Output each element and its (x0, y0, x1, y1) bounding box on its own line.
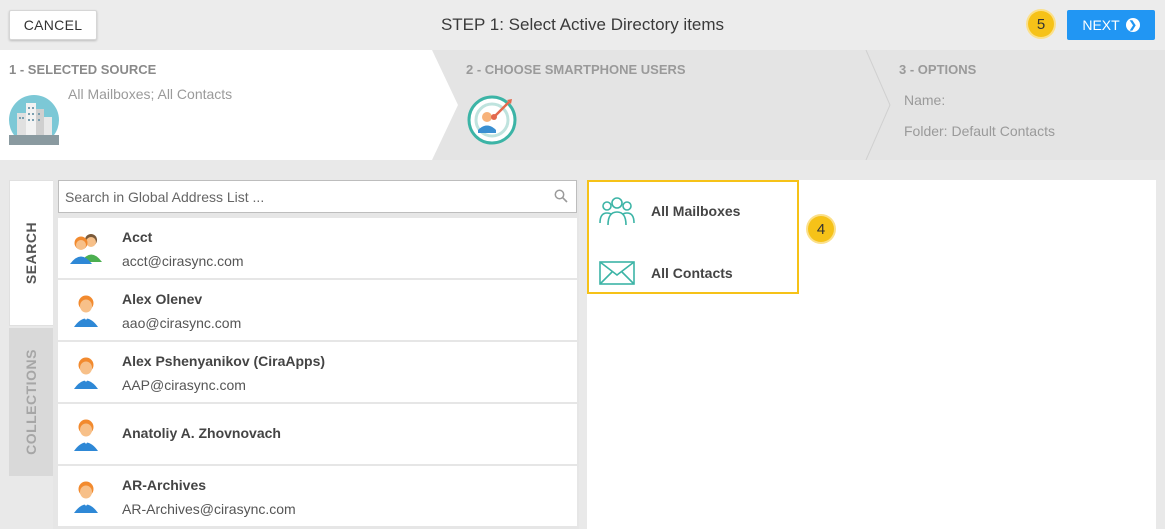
tab-collections-label: COLLECTIONS (23, 349, 39, 455)
side-tabs: SEARCH COLLECTIONS (9, 180, 53, 529)
selected-item-all-mailboxes[interactable]: All Mailboxes (589, 191, 797, 231)
list-item[interactable]: Anatoliy A. Zhovnovach (58, 404, 577, 464)
step-3-folder: Folder: Default Contacts (904, 123, 1055, 139)
list-item[interactable]: Alex Pshenyanikov (CiraApps) AAP@cirasyn… (58, 342, 577, 402)
next-button[interactable]: NEXT ❯ (1067, 10, 1155, 40)
user-email: acct@cirasync.com (122, 253, 244, 269)
tab-collections[interactable]: COLLECTIONS (9, 328, 53, 476)
step-1-title: 1 - SELECTED SOURCE (9, 62, 157, 77)
group-avatar-icon (70, 234, 102, 264)
step-badge-5: 5 (1028, 11, 1054, 37)
user-avatar-icon (74, 357, 98, 389)
chevron-right-icon: ❯ (1125, 18, 1140, 32)
selected-item-label: All Mailboxes (651, 203, 741, 219)
search-input[interactable] (65, 188, 535, 205)
selected-items-panel: All Mailboxes All Contacts (587, 180, 1156, 529)
selected-items-highlight: All Mailboxes All Contacts (587, 180, 799, 294)
user-email: AAP@cirasync.com (122, 377, 246, 393)
user-name: AR-Archives (122, 477, 207, 493)
target-user-icon (467, 95, 517, 145)
list-item[interactable]: Alex Olenev aao@cirasync.com (58, 280, 577, 340)
list-item[interactable]: AR-Archives AR-Archives@cirasync.com (58, 466, 577, 526)
user-name: Acct (122, 229, 153, 245)
user-avatar-icon (74, 295, 98, 327)
tab-search[interactable]: SEARCH (9, 180, 53, 326)
step-3-name: Name: (904, 92, 946, 108)
wizard-steps: 1 - SELECTED SOURCE All Mailboxes; All C… (0, 50, 1165, 160)
user-email: AR-Archives@cirasync.com (122, 501, 296, 517)
user-name: Anatoliy A. Zhovnovach (122, 425, 281, 441)
tab-search-label: SEARCH (23, 221, 40, 285)
top-bar: CANCEL STEP 1: Select Active Directory i… (0, 0, 1165, 50)
step-3-title: 3 - OPTIONS (899, 62, 977, 77)
selected-item-label: All Contacts (651, 265, 733, 281)
people-group-icon (599, 197, 635, 226)
search-box (58, 180, 577, 213)
city-buildings-icon (9, 95, 59, 145)
user-name: Alex Olenev (122, 291, 203, 307)
step-2-title: 2 - CHOOSE SMARTPHONE USERS (466, 62, 686, 77)
envelope-icon (599, 261, 635, 285)
page-title: STEP 1: Select Active Directory items (440, 15, 725, 34)
address-list-panel: Acct acct@cirasync.com Alex Olenev aao@c… (53, 180, 579, 529)
list-item[interactable]: Acct acct@cirasync.com (58, 218, 577, 278)
next-button-label: NEXT (1082, 17, 1120, 33)
selected-item-all-contacts[interactable]: All Contacts (589, 253, 797, 293)
user-avatar-icon (74, 419, 98, 451)
user-email: aao@cirasync.com (122, 315, 242, 331)
step-badge-4: 4 (808, 216, 834, 242)
user-avatar-icon (74, 481, 98, 513)
search-icon[interactable] (554, 189, 568, 203)
user-name: Alex Pshenyanikov (CiraApps) (122, 353, 326, 369)
step-1-summary: All Mailboxes; All Contacts (68, 86, 233, 102)
user-list: Acct acct@cirasync.com Alex Olenev aao@c… (58, 218, 577, 528)
